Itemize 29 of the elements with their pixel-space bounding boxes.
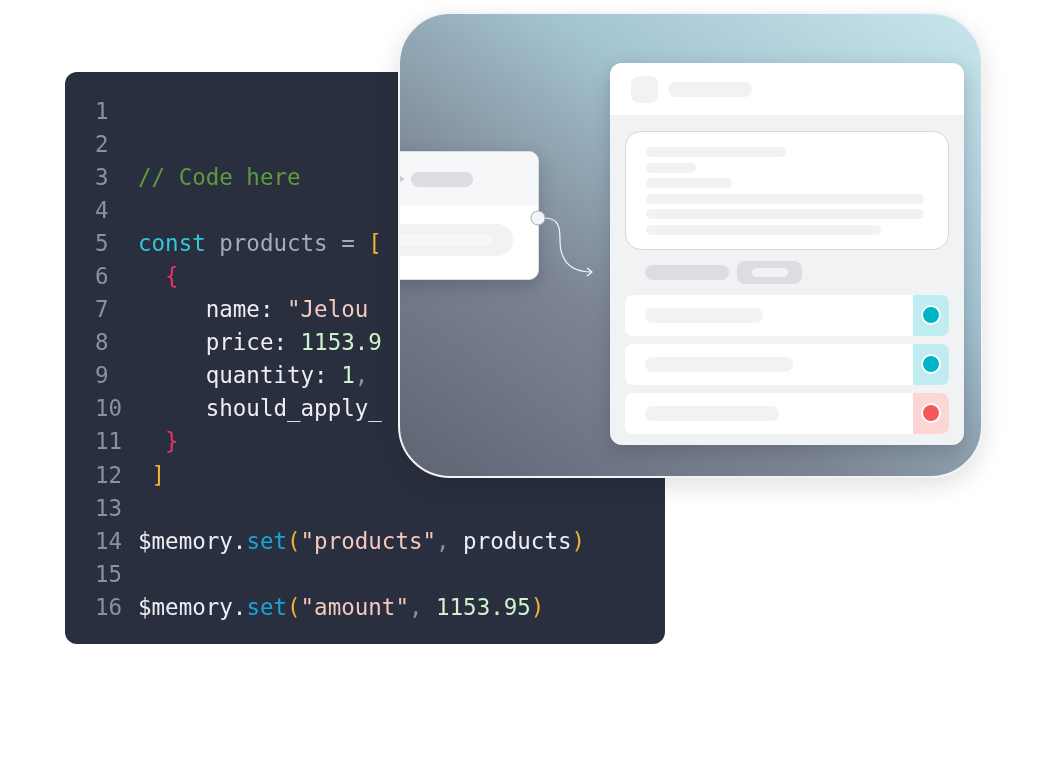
- line-number: 5: [94, 229, 110, 256]
- line-number: 13: [94, 494, 124, 521]
- code-line: {: [164, 263, 179, 289]
- code-line: }: [164, 428, 179, 455]
- line-number: 6: [94, 263, 110, 289]
- line-number: 1: [94, 97, 110, 124]
- code-line: $memory.set("products", products): [138, 527, 586, 554]
- code-line: $memory.set("amount", 1153.95): [138, 593, 545, 620]
- line-number: 7: [94, 296, 110, 323]
- code-line: // Code here: [138, 163, 301, 190]
- caret-icon: [400, 175, 405, 183]
- code-line: ]: [150, 461, 166, 488]
- line-number: 9: [94, 362, 110, 389]
- line-number: 12: [94, 461, 124, 488]
- line-number: 2: [94, 130, 110, 157]
- line-number: 4: [94, 196, 110, 223]
- line-number: 16: [94, 593, 124, 620]
- line-number: 15: [94, 560, 124, 587]
- line-number: 11: [94, 428, 124, 455]
- line-number: 10: [94, 395, 124, 422]
- code-line: const products = [: [138, 229, 382, 256]
- code-line: should_apply_: [204, 395, 382, 422]
- line-number: 14: [94, 527, 124, 554]
- line-number: 8: [94, 329, 110, 356]
- code-line: quantity: 1,: [204, 362, 369, 389]
- code-line: name: "Jelou: [204, 296, 369, 323]
- skeleton-line: [411, 171, 473, 187]
- code-line: price: 1153.9: [204, 329, 382, 356]
- line-number: 3: [94, 163, 110, 190]
